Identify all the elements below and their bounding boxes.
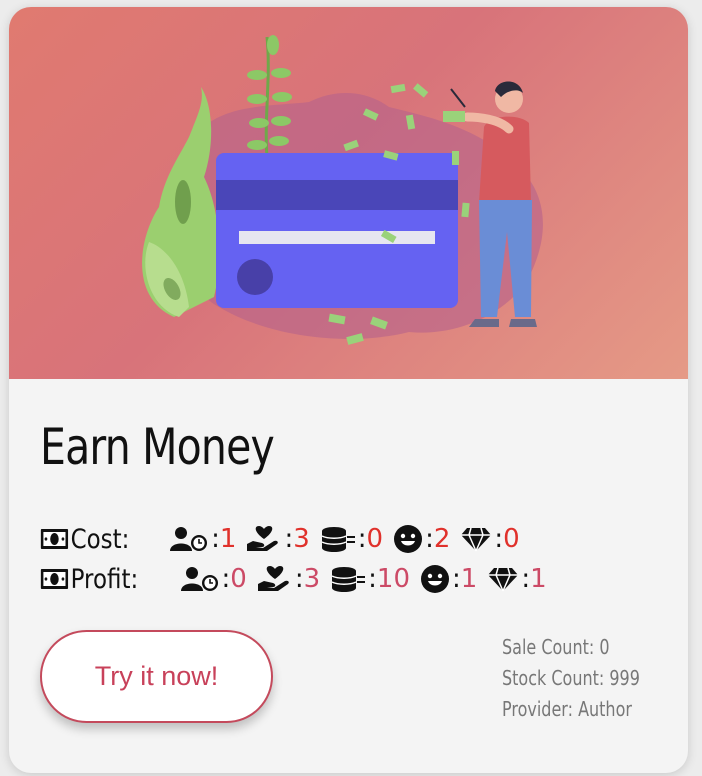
cost-row: Cost: :1 :3 :0 :2 :0 [40, 521, 520, 557]
hand-heart-icon [247, 526, 279, 551]
sale-count: Sale Count: 0 [502, 635, 610, 659]
gem-icon [461, 527, 492, 552]
stock-count: Stock Count: 999 [502, 666, 640, 690]
cost-user-clock: :1 [169, 524, 236, 554]
user-clock-icon [170, 527, 208, 551]
smile-icon [421, 565, 450, 593]
profit-user-clock: :0 [180, 564, 247, 594]
provider: Provider: Author [502, 697, 632, 721]
smile-icon [394, 525, 423, 553]
cost-gem: :0 [460, 524, 520, 554]
profit-hand-heart: :3 [257, 564, 320, 594]
cost-coins: :0 [320, 524, 383, 554]
hand-heart-icon [257, 566, 289, 591]
coins-icon [331, 567, 366, 592]
profit-label: Profit: [40, 564, 138, 595]
cost-label: Cost: [40, 524, 129, 555]
money-bill-icon [40, 529, 69, 549]
hero-illustration [9, 7, 688, 379]
card-title: Earn Money [40, 418, 275, 476]
user-clock-icon [180, 567, 218, 591]
coins-icon [321, 527, 355, 552]
money-bill-icon [40, 569, 69, 589]
product-card: Earn Money Cost: :1 :3 :0 :2 :0 Profit: … [9, 7, 688, 773]
cost-smile: :2 [393, 524, 450, 554]
profit-gem: :1 [487, 564, 547, 594]
credit-card-illustration [142, 35, 543, 345]
gem-icon [488, 567, 519, 592]
profit-coins: :10 [330, 564, 410, 594]
profit-row: Profit: :0 :3 :10 :1 :1 [40, 561, 547, 597]
cost-hand-heart: :3 [246, 524, 310, 554]
profit-smile: :1 [420, 564, 477, 594]
try-it-now-button[interactable]: Try it now! [40, 630, 273, 723]
